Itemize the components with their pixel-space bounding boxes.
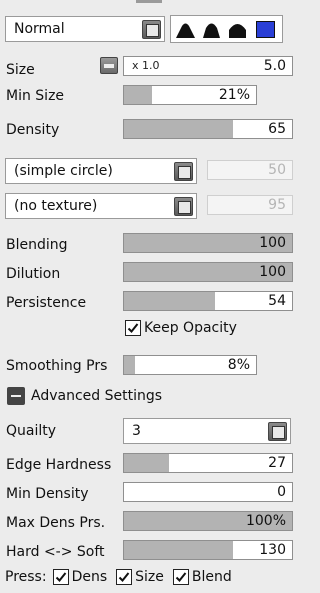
hard-soft-value: 130 (259, 542, 286, 558)
texture-dropdown[interactable]: (no texture) (5, 193, 197, 219)
checkmark-icon (55, 572, 66, 582)
quality-value: 3 (132, 423, 141, 439)
size-slider[interactable]: x 1.0 5.0 (123, 56, 293, 76)
max-dens-prs-label: Max Dens Prs. (6, 515, 106, 531)
quality-dropdown[interactable]: 3 (123, 418, 291, 444)
advanced-settings-label: Advanced Settings (31, 388, 163, 404)
blending-slider[interactable]: 100 (123, 233, 293, 253)
checkmark-icon (175, 572, 187, 582)
dilution-label: Dilution (6, 266, 61, 282)
keep-opacity-option[interactable]: Keep Opacity (125, 320, 237, 336)
brush-tip-strength-value: 50 (268, 162, 286, 178)
max-dens-prs-slider[interactable]: 100% (123, 511, 293, 531)
min-size-fill (124, 86, 152, 104)
density-slider[interactable]: 65 (123, 119, 293, 139)
size-unit-icon[interactable] (100, 57, 118, 74)
density-value: 65 (268, 121, 286, 137)
persistence-fill (124, 292, 215, 310)
hard-soft-slider[interactable]: 130 (123, 540, 293, 560)
persistence-slider[interactable]: 54 (123, 291, 293, 311)
smoothing-prs-slider[interactable]: 8% (123, 355, 257, 375)
blend-mode-value: Normal (14, 21, 65, 37)
advanced-settings-toggle[interactable]: Advanced Settings (7, 387, 162, 405)
size-multiplier: x 1.0 (132, 59, 160, 72)
texture-strength-value: 95 (268, 197, 286, 213)
shape-hard-icon[interactable] (228, 21, 247, 38)
press-dens-label: Dens (71, 569, 108, 585)
press-dens-checkbox[interactable] (52, 569, 69, 585)
density-fill (124, 120, 234, 138)
quality-label: Quailty (6, 423, 57, 439)
press-blend-label: Blend (191, 569, 232, 585)
checkmark-icon (118, 572, 130, 582)
size-label: Size (6, 62, 35, 78)
hard-soft-fill (124, 541, 234, 559)
edge-hardness-slider[interactable]: 27 (123, 453, 293, 473)
dilution-slider[interactable]: 100 (123, 262, 293, 282)
edge-hardness-fill (124, 454, 170, 472)
press-blend-checkbox[interactable] (172, 569, 189, 585)
min-size-label: Min Size (6, 88, 65, 104)
dilution-value: 100 (259, 264, 286, 280)
press-label: Press: (5, 569, 47, 585)
blend-mode-dropdown[interactable]: Normal (5, 16, 165, 42)
dropdown-arrow-icon (174, 197, 193, 216)
min-density-slider[interactable]: 0 (123, 482, 293, 502)
texture-value: (no texture) (14, 198, 98, 214)
texture-strength-slider: 95 (207, 195, 293, 215)
panel-grip[interactable] (136, 0, 162, 3)
brush-tip-strength-slider: 50 (207, 160, 293, 180)
checkmark-icon (127, 323, 139, 333)
edge-hardness-value: 27 (268, 455, 286, 471)
smoothing-prs-fill (124, 356, 135, 374)
press-size-checkbox[interactable] (116, 569, 133, 585)
keep-opacity-label: Keep Opacity (144, 320, 237, 336)
press-options: Press: Dens Size Blend (5, 569, 232, 585)
min-density-label: Min Density (6, 486, 89, 502)
edge-hardness-label: Edge Hardness (6, 457, 112, 473)
smoothing-prs-value: 8% (227, 357, 250, 373)
persistence-label: Persistence (6, 295, 87, 311)
max-dens-prs-value: 100% (245, 513, 286, 529)
hard-soft-label: Hard <-> Soft (6, 544, 105, 560)
blending-label: Blending (6, 237, 68, 253)
size-value: 5.0 (263, 58, 286, 74)
persistence-value: 54 (268, 293, 286, 309)
shape-square-icon[interactable] (256, 21, 275, 38)
min-size-slider[interactable]: 21% (123, 85, 257, 105)
brush-tip-dropdown[interactable]: (simple circle) (5, 158, 197, 184)
dropdown-arrow-icon (142, 20, 161, 39)
density-label: Density (6, 122, 60, 138)
smoothing-prs-label: Smoothing Prs (6, 358, 108, 374)
brush-tip-value: (simple circle) (14, 163, 113, 179)
shape-medium-icon[interactable] (202, 21, 221, 38)
min-size-value: 21% (218, 87, 250, 103)
dropdown-arrow-icon (174, 162, 193, 181)
brush-shape-selector (170, 15, 283, 43)
collapse-icon (7, 387, 25, 405)
min-density-value: 0 (277, 484, 286, 500)
keep-opacity-checkbox[interactable] (125, 320, 141, 336)
dropdown-arrow-icon (268, 422, 287, 441)
shape-soft-icon[interactable] (176, 21, 195, 38)
blending-value: 100 (259, 235, 286, 251)
press-size-label: Size (135, 569, 164, 585)
